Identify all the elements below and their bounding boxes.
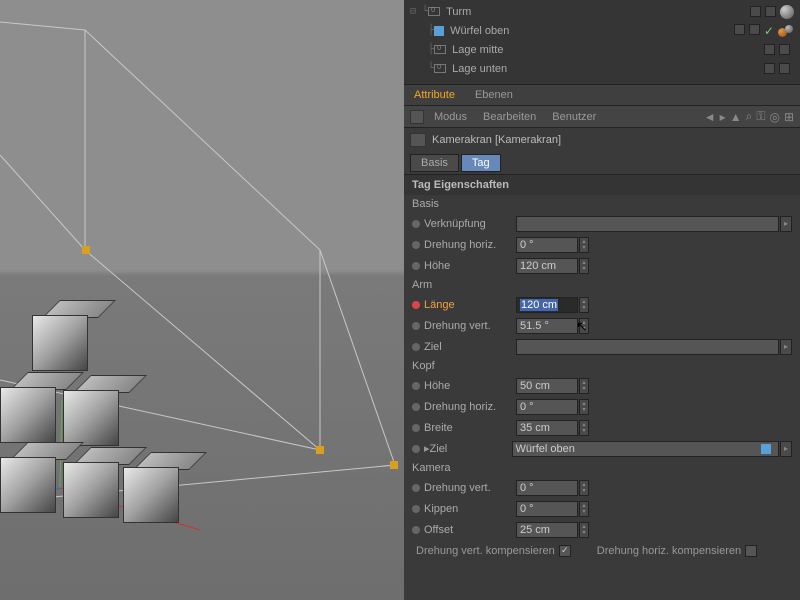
handle[interactable] (82, 246, 90, 254)
link-field-verknuepfung[interactable] (516, 216, 779, 232)
label-comp-horiz: Drehung horiz. kompensieren (597, 545, 741, 557)
subtab-tag[interactable]: Tag (461, 154, 501, 172)
spinner[interactable] (579, 399, 589, 415)
numeric-field[interactable]: 35 cm (516, 420, 578, 436)
prop-drehung-vert-arm: Drehung vert. 51.5 ° (404, 315, 800, 336)
handle[interactable] (316, 446, 324, 454)
prop-kippen: Kippen 0 ° (404, 498, 800, 519)
prop-ziel-arm: Ziel ▸ (404, 336, 800, 357)
cube-icon (761, 444, 771, 454)
prop-drehung-horiz-basis: Drehung horiz. 0 ° (404, 234, 800, 255)
link-picker-icon[interactable]: ▸ (780, 339, 792, 355)
camera-crane-icon (410, 133, 426, 147)
spinner[interactable] (579, 522, 589, 538)
link-field-ziel-kopf[interactable]: Würfel oben (512, 441, 779, 457)
tab-ebenen[interactable]: Ebenen (465, 85, 523, 105)
hierarchy-label: Würfel oben (450, 25, 734, 37)
nav-back-icon[interactable]: ◄ (704, 110, 716, 124)
object-header: Kamerakran [Kamerakran] (404, 128, 800, 152)
cube-mesh (123, 467, 179, 523)
checkbox-comp-vert[interactable]: ✓ (559, 545, 571, 557)
lock-icon[interactable]: ⚿ (756, 109, 765, 124)
up-icon[interactable]: ▲ (730, 110, 742, 124)
object-name: Kamerakran [Kamerakran] (432, 134, 561, 146)
viewport-3d[interactable] (0, 0, 404, 600)
subtab-basis[interactable]: Basis (410, 154, 459, 172)
prop-hoehe-basis: Höhe 120 cm (404, 255, 800, 276)
cube-mesh (63, 390, 119, 446)
numeric-field[interactable]: 0 ° (516, 501, 578, 517)
spinner[interactable] (579, 318, 589, 334)
nav-fwd-icon[interactable]: ▸ (720, 110, 726, 124)
menu-benutzer[interactable]: Benutzer (546, 111, 602, 123)
prop-ziel-kopf: ▸Ziel Würfel oben ▸ (404, 438, 800, 459)
spinner[interactable] (579, 501, 589, 517)
section-title: Tag Eigenschaften (404, 174, 800, 195)
cube-mesh (0, 457, 56, 513)
spinner[interactable] (579, 297, 589, 313)
attribute-toolbar: Modus Bearbeiten Benutzer ◄ ▸ ▲ ⌕ ⚿ ◎ ⊞ (404, 106, 800, 128)
numeric-field-laenge[interactable]: 120 cm (516, 297, 578, 313)
numeric-field[interactable]: 25 cm (516, 522, 578, 538)
prop-offset: Offset 25 cm (404, 519, 800, 540)
group-arm: Arm (404, 276, 800, 294)
layer-icon (434, 64, 446, 73)
group-kamera: Kamera (404, 459, 800, 477)
prop-laenge: Länge 120 cm (404, 294, 800, 315)
prop-compensate-row: Drehung vert. kompensieren ✓ Drehung hor… (404, 540, 800, 561)
attribute-panel: ⊟ └ Turm ├ Würfel oben ✓ ├ Lage mitte └ … (404, 0, 800, 600)
sphere-icon (780, 5, 794, 19)
link-picker-icon[interactable]: ▸ (780, 216, 792, 232)
layer-icon (428, 7, 440, 16)
prop-drehung-vert-kamera: Drehung vert. 0 ° (404, 477, 800, 498)
hierarchy-label: Lage unten (452, 63, 764, 75)
spinner[interactable] (579, 237, 589, 253)
link-field-ziel-arm[interactable] (516, 339, 779, 355)
cube-mesh (0, 387, 56, 443)
checkbox-comp-horiz[interactable] (745, 545, 757, 557)
prop-drehung-horiz-kopf: Drehung horiz. 0 ° (404, 396, 800, 417)
spinner[interactable] (579, 480, 589, 496)
hierarchy-row-lage-unten[interactable]: └ Lage unten (404, 59, 800, 78)
label-comp-vert: Drehung vert. kompensieren (416, 545, 555, 557)
cube-mesh (63, 462, 119, 518)
numeric-field[interactable]: 51.5 ° (516, 318, 578, 334)
prop-breite-kopf: Breite 35 cm (404, 417, 800, 438)
hierarchy-row-turm[interactable]: ⊟ └ Turm (404, 2, 800, 21)
search-icon[interactable]: ⌕ (746, 109, 753, 124)
object-hierarchy: ⊟ └ Turm ├ Würfel oben ✓ ├ Lage mitte └ … (404, 0, 800, 85)
tab-attribute[interactable]: Attribute (404, 85, 465, 105)
group-kopf: Kopf (404, 357, 800, 375)
hierarchy-row-wuerfel-oben[interactable]: ├ Würfel oben ✓ (404, 21, 800, 40)
numeric-field[interactable]: 50 cm (516, 378, 578, 394)
group-basis: Basis (404, 195, 800, 213)
target-icon[interactable]: ◎ (769, 110, 779, 124)
cube-icon (434, 26, 444, 36)
spinner[interactable] (579, 258, 589, 274)
mode-icon[interactable] (410, 110, 424, 124)
cube-mesh (32, 315, 88, 371)
numeric-field[interactable]: 0 ° (516, 399, 578, 415)
hierarchy-label: Turm (446, 6, 750, 18)
prop-verknuepfung: Verknüpfung ▸ (404, 213, 800, 234)
hierarchy-row-lage-mitte[interactable]: ├ Lage mitte (404, 40, 800, 59)
menu-bearbeiten[interactable]: Bearbeiten (477, 111, 542, 123)
menu-modus[interactable]: Modus (428, 111, 473, 123)
link-picker-icon[interactable]: ▸ (780, 441, 792, 457)
spinner[interactable] (579, 378, 589, 394)
layer-icon (434, 45, 446, 54)
panel-tabs: Attribute Ebenen (404, 85, 800, 106)
numeric-field[interactable]: 0 ° (516, 480, 578, 496)
attribute-subtabs: Basis Tag (404, 152, 800, 174)
hierarchy-label: Lage mitte (452, 44, 764, 56)
numeric-field[interactable]: 120 cm (516, 258, 578, 274)
handle[interactable] (390, 461, 398, 469)
prop-hoehe-kopf: Höhe 50 cm (404, 375, 800, 396)
material-icon (778, 25, 794, 37)
new-icon[interactable]: ⊞ (784, 110, 794, 124)
spinner[interactable] (579, 420, 589, 436)
numeric-field[interactable]: 0 ° (516, 237, 578, 253)
